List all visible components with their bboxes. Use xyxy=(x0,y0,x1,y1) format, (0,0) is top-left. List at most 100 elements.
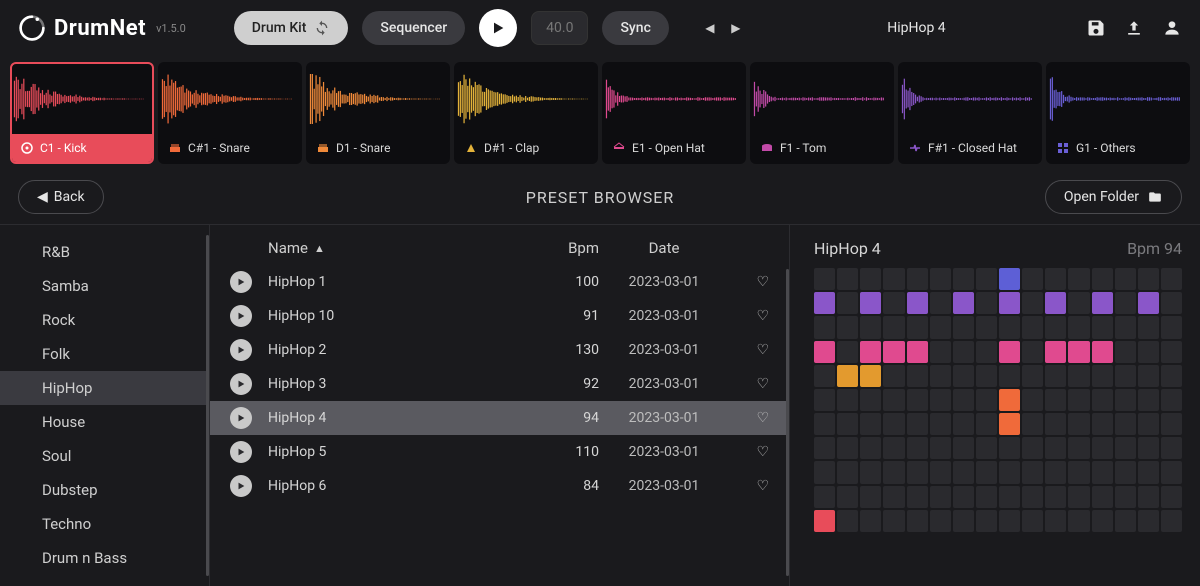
grid-cell[interactable] xyxy=(1115,292,1136,314)
grid-cell[interactable] xyxy=(930,461,951,483)
grid-cell[interactable] xyxy=(1022,461,1043,483)
pad-5[interactable]: F1 - Tom xyxy=(750,62,894,164)
pad-3[interactable]: D#1 - Clap xyxy=(454,62,598,164)
grid-cell[interactable] xyxy=(976,365,997,387)
grid-cell[interactable] xyxy=(1161,510,1182,532)
grid-cell[interactable] xyxy=(1138,461,1159,483)
grid-cell[interactable] xyxy=(1022,510,1043,532)
grid-cell[interactable] xyxy=(999,365,1020,387)
grid-cell[interactable] xyxy=(1161,268,1182,290)
grid-cell[interactable] xyxy=(860,510,881,532)
grid-cell[interactable] xyxy=(953,437,974,459)
grid-cell[interactable] xyxy=(953,413,974,435)
grid-cell[interactable] xyxy=(999,437,1020,459)
grid-cell[interactable] xyxy=(999,341,1020,363)
grid-cell[interactable] xyxy=(1138,389,1159,411)
preset-play-button[interactable] xyxy=(230,441,252,463)
grid-cell[interactable] xyxy=(1115,486,1136,508)
grid-cell[interactable] xyxy=(976,461,997,483)
pad-0[interactable]: C1 - Kick xyxy=(10,62,154,164)
grid-cell[interactable] xyxy=(860,437,881,459)
pad-1[interactable]: C#1 - Snare xyxy=(158,62,302,164)
grid-cell[interactable] xyxy=(999,486,1020,508)
grid-cell[interactable] xyxy=(837,437,858,459)
grid-cell[interactable] xyxy=(814,316,835,338)
grid-cell[interactable] xyxy=(1022,437,1043,459)
pad-6[interactable]: F#1 - Closed Hat xyxy=(898,62,1042,164)
grid-cell[interactable] xyxy=(976,341,997,363)
grid-cell[interactable] xyxy=(1045,292,1066,314)
grid-cell[interactable] xyxy=(1068,268,1089,290)
grid-cell[interactable] xyxy=(1092,292,1113,314)
grid-cell[interactable] xyxy=(1068,292,1089,314)
grid-cell[interactable] xyxy=(907,365,928,387)
grid-cell[interactable] xyxy=(1092,268,1113,290)
grid-cell[interactable] xyxy=(883,510,904,532)
preset-row[interactable]: HipHop 10 91 2023-03-01 ♡ xyxy=(210,299,789,333)
grid-cell[interactable] xyxy=(1068,316,1089,338)
genre-item[interactable]: House xyxy=(0,405,209,439)
grid-cell[interactable] xyxy=(953,510,974,532)
grid-cell[interactable] xyxy=(1115,268,1136,290)
grid-cell[interactable] xyxy=(1092,510,1113,532)
grid-cell[interactable] xyxy=(860,341,881,363)
grid-cell[interactable] xyxy=(1161,292,1182,314)
open-folder-button[interactable]: Open Folder xyxy=(1045,180,1182,214)
genre-item[interactable]: Samba xyxy=(0,269,209,303)
favorite-button[interactable]: ♡ xyxy=(729,410,769,426)
grid-cell[interactable] xyxy=(860,389,881,411)
grid-cell[interactable] xyxy=(953,461,974,483)
preset-play-button[interactable] xyxy=(230,305,252,327)
bpm-display[interactable]: 40.0 xyxy=(531,11,588,45)
grid-cell[interactable] xyxy=(837,316,858,338)
grid-cell[interactable] xyxy=(883,268,904,290)
grid-cell[interactable] xyxy=(1138,316,1159,338)
grid-cell[interactable] xyxy=(930,413,951,435)
grid-cell[interactable] xyxy=(837,389,858,411)
grid-cell[interactable] xyxy=(1068,365,1089,387)
grid-cell[interactable] xyxy=(999,413,1020,435)
grid-cell[interactable] xyxy=(1115,389,1136,411)
grid-cell[interactable] xyxy=(860,413,881,435)
genre-item[interactable]: Folk xyxy=(0,337,209,371)
grid-cell[interactable] xyxy=(837,268,858,290)
grid-cell[interactable] xyxy=(907,292,928,314)
grid-cell[interactable] xyxy=(930,316,951,338)
grid-cell[interactable] xyxy=(1068,437,1089,459)
grid-cell[interactable] xyxy=(1022,341,1043,363)
grid-cell[interactable] xyxy=(814,341,835,363)
grid-cell[interactable] xyxy=(1092,389,1113,411)
grid-cell[interactable] xyxy=(1092,486,1113,508)
grid-cell[interactable] xyxy=(1068,341,1089,363)
tab-drumkit[interactable]: Drum Kit xyxy=(234,11,349,45)
genre-item[interactable]: Drum n Bass xyxy=(0,541,209,575)
grid-cell[interactable] xyxy=(814,389,835,411)
grid-cell[interactable] xyxy=(1115,316,1136,338)
grid-cell[interactable] xyxy=(976,292,997,314)
favorite-button[interactable]: ♡ xyxy=(729,342,769,358)
genre-item[interactable]: Dubstep xyxy=(0,473,209,507)
grid-cell[interactable] xyxy=(1138,268,1159,290)
grid-cell[interactable] xyxy=(976,486,997,508)
grid-cell[interactable] xyxy=(953,389,974,411)
grid-cell[interactable] xyxy=(953,292,974,314)
grid-cell[interactable] xyxy=(1022,268,1043,290)
grid-cell[interactable] xyxy=(1092,437,1113,459)
grid-cell[interactable] xyxy=(930,486,951,508)
upload-icon[interactable] xyxy=(1124,18,1144,38)
grid-cell[interactable] xyxy=(1022,365,1043,387)
pad-7[interactable]: G1 - Others xyxy=(1046,62,1190,164)
grid-cell[interactable] xyxy=(860,365,881,387)
play-button[interactable] xyxy=(479,9,517,47)
grid-cell[interactable] xyxy=(883,461,904,483)
grid-cell[interactable] xyxy=(1161,365,1182,387)
grid-cell[interactable] xyxy=(1092,413,1113,435)
grid-cell[interactable] xyxy=(1161,437,1182,459)
genre-item[interactable]: Soul xyxy=(0,439,209,473)
grid-cell[interactable] xyxy=(907,341,928,363)
genre-item[interactable]: Techno xyxy=(0,507,209,541)
grid-cell[interactable] xyxy=(1138,365,1159,387)
sync-button[interactable]: Sync xyxy=(602,11,668,45)
grid-cell[interactable] xyxy=(1045,268,1066,290)
grid-cell[interactable] xyxy=(999,268,1020,290)
